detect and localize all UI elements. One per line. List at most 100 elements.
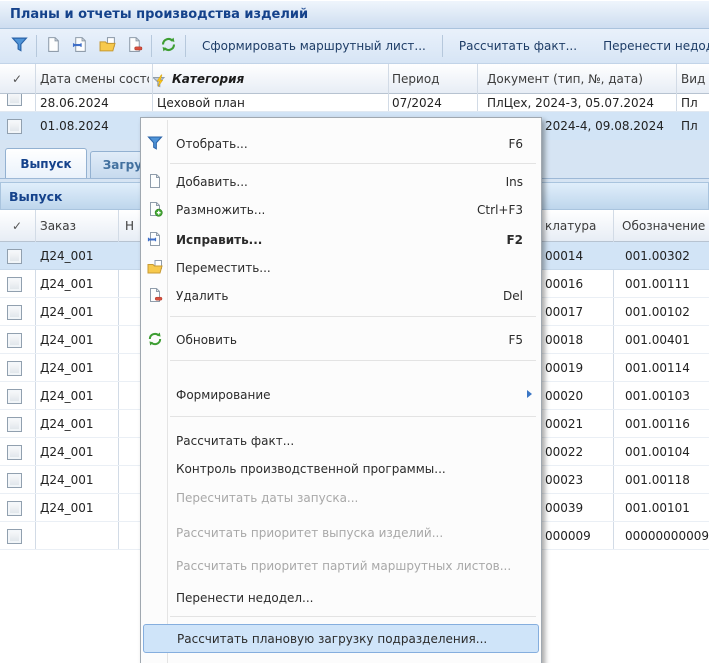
menu-item-shortcut: Ctrl+F3 [477,203,523,217]
refresh-button[interactable] [155,33,182,59]
cell-nomenclature: 000009 [545,522,591,550]
cell-nomenclature: 00022 [545,438,583,466]
tab-vypusk[interactable]: Выпуск [5,148,87,178]
cell-document: 2024-4, 09.08.2024 [545,112,664,140]
menu-item-pereschitat-daty[interactable]: Пересчитать даты запуска... [143,484,539,512]
edit-doc-icon [72,36,89,56]
column-header-document[interactable]: Документ (тип, №, дата) [487,64,643,94]
table-row[interactable]: 28.06.2024 Цеховой план 07/2024 ПлЦех, 2… [0,94,709,112]
toolbar-separator [442,35,443,57]
menu-item-peremestit[interactable]: Переместить... [143,254,539,282]
cell-designation: 001.00118 [625,466,690,494]
toolbar-separator [185,35,186,57]
column-header-category[interactable]: Категория [172,64,244,94]
row-checkbox[interactable] [7,277,22,292]
cell-document: ПлЦех, 2024-3, 05.07.2024 [487,94,654,112]
edit-button[interactable] [67,33,94,59]
delete-button[interactable] [121,33,148,59]
cell-nomenclature: 00039 [545,494,583,522]
row-checkbox[interactable] [7,389,22,404]
column-header-period[interactable]: Период [392,64,439,94]
row-checkbox[interactable] [7,501,22,516]
row-checkbox[interactable] [7,94,22,106]
refresh-icon [160,36,177,56]
toolbar: Сформировать маршрутный лист... Рассчита… [0,29,709,64]
menu-item-dobavit[interactable]: Добавить... Ins [143,168,539,196]
menu-separator [170,316,536,317]
cell-nomenclature: 00016 [545,270,583,298]
column-header-check[interactable]: ✓ [12,64,22,94]
add-button[interactable] [40,33,67,59]
menu-separator [170,616,536,617]
cell-order: Д24_001 [40,270,94,298]
menu-item-shortcut: Del [503,289,523,303]
cell-order: Д24_001 [40,242,94,270]
menu-item-label: Переместить... [176,261,271,275]
cell-designation: 001.00114 [625,354,690,382]
menu-item-label: Рассчитать приоритет партий маршрутных л… [176,559,511,573]
move-folder-icon [99,36,116,56]
move-folder-icon [146,259,164,278]
menu-separator [170,360,536,361]
column-header-check[interactable]: ✓ [12,210,22,242]
cell-designation: 001.00302 [625,242,690,270]
menu-item-rasschitat-fakt[interactable]: Рассчитать факт... [143,427,539,455]
context-menu: Отобрать... F6 Добавить... Ins Размножит… [140,117,542,663]
menu-item-prioritet-partiy[interactable]: Рассчитать приоритет партий маршрутных л… [143,552,539,580]
menu-item-shortcut: F6 [508,137,523,151]
move-button[interactable] [94,33,121,59]
copy-doc-icon [146,201,164,220]
form-route-sheet-button[interactable]: Сформировать маршрутный лист... [189,39,439,53]
delete-doc-icon [146,287,164,306]
filter-button[interactable] [6,33,33,59]
row-checkbox[interactable] [7,529,22,544]
menu-item-obnovit[interactable]: Обновить F5 [143,326,539,354]
row-checkbox[interactable] [7,119,22,134]
cell-kind: Пл [681,112,709,140]
menu-item-label: Обновить [176,333,237,347]
calc-fact-button[interactable]: Рассчитать факт... [446,39,590,53]
row-checkbox[interactable] [7,305,22,320]
row-checkbox[interactable] [7,417,22,432]
row-checkbox[interactable] [7,333,22,348]
cell-category: Цеховой план [157,94,245,112]
toolbar-separator [36,35,37,57]
edit-doc-icon [146,231,164,250]
menu-item-plan-zagruzka[interactable]: Рассчитать плановую загрузку подразделен… [143,624,539,653]
menu-item-label: Исправить... [176,233,262,247]
refresh-icon [146,331,164,350]
row-checkbox[interactable] [7,445,22,460]
row-checkbox[interactable] [7,473,22,488]
menu-item-otobrat[interactable]: Отобрать... F6 [143,130,539,158]
menu-item-label: Удалить [176,289,229,303]
menu-item-razmnozhit[interactable]: Размножить... Ctrl+F3 [143,196,539,224]
column-header-order[interactable]: Заказ [40,210,76,242]
menu-item-udalit[interactable]: Удалить Del [143,282,539,310]
cell-date: 01.08.2024 [40,112,109,140]
column-header-hidden[interactable]: Н [125,210,134,242]
menu-item-formirovanie[interactable]: Формирование [143,381,539,409]
tab-label: Выпуск [20,157,71,171]
column-header-date[interactable]: Дата смены состояния [40,64,149,94]
transfer-backlog-button[interactable]: Перенести недодел... [590,39,709,53]
menu-item-shortcut: F2 [506,233,523,247]
menu-item-label: Контроль производственной программы... [176,462,446,476]
cell-designation: 001.00111 [625,270,690,298]
cell-kind: Пл [681,94,709,112]
menu-item-kontrol-programmy[interactable]: Контроль производственной программы... [143,455,539,483]
row-checkbox[interactable] [7,249,22,264]
menu-item-label: Пересчитать даты запуска... [176,491,358,505]
cell-nomenclature: 00017 [545,298,583,326]
menu-item-perenesti-nedodel[interactable]: Перенести недодел... [143,584,539,612]
column-header-kind[interactable]: Вид [681,64,709,94]
cell-designation: 001.00104 [625,438,690,466]
cell-order: Д24_001 [40,466,94,494]
column-header-nomenclature[interactable]: клатура [545,210,596,242]
column-header-designation[interactable]: Обозначение [622,210,705,242]
row-checkbox[interactable] [7,361,22,376]
cell-nomenclature: 00014 [545,242,583,270]
submenu-arrow-icon [527,390,532,398]
menu-item-prioritet-vypuska[interactable]: Рассчитать приоритет выпуска изделий... [143,519,539,547]
menu-item-shortcut: F5 [508,333,523,347]
menu-item-ispravit[interactable]: Исправить... F2 [143,226,539,254]
